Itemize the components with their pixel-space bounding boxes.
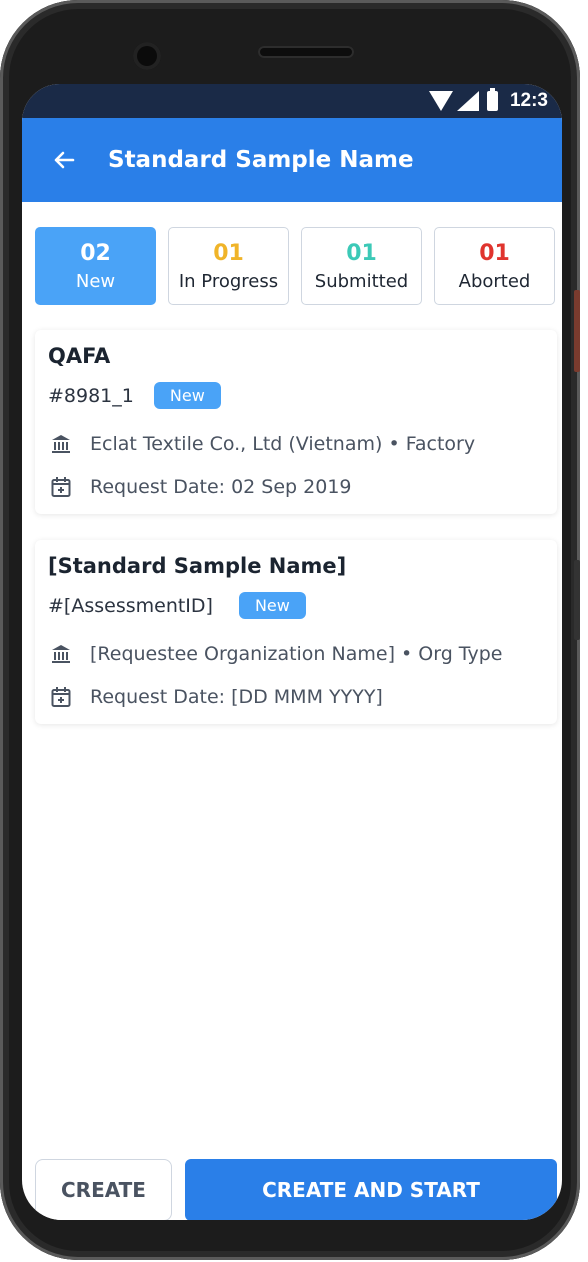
card-id-row: #[AssessmentID] New [48, 592, 306, 619]
status-badge: New [238, 592, 306, 619]
create-and-start-button[interactable]: CREATE AND START [185, 1159, 557, 1220]
bank-icon [48, 431, 74, 457]
tab-count: 02 [80, 240, 111, 266]
tab-count: 01 [479, 240, 510, 266]
tab-submitted[interactable]: 01 Submitted [301, 227, 422, 305]
wifi-icon [428, 91, 453, 111]
status-bar: 12:3 [22, 84, 562, 118]
screen: 12:3 Standard Sample Name 02 New 01 In P… [22, 84, 562, 1220]
earpiece-speaker [258, 46, 354, 58]
organization-text: [Requestee Organization Name] • Org Type [90, 643, 503, 665]
organization-row: Eclat Textile Co., Ltd (Vietnam) • Facto… [48, 431, 475, 457]
request-date-text: Request Date: 02 Sep 2019 [90, 476, 352, 498]
status-tabs: 02 New 01 In Progress 01 Submitted 01 Ab… [35, 227, 557, 305]
signal-icon [456, 91, 479, 111]
tab-label: Submitted [314, 270, 409, 292]
app-bar: Standard Sample Name [22, 118, 562, 202]
status-time: 12:3 [509, 90, 548, 111]
assessment-card[interactable]: QAFA #8981_1 New Eclat Textile Co., Ltd … [35, 330, 557, 514]
assessment-id: #8981_1 [48, 384, 134, 407]
organization-row: [Requestee Organization Name] • Org Type [48, 641, 502, 667]
request-date-row: Request Date: 02 Sep 2019 [48, 474, 352, 500]
tab-count: 01 [213, 240, 244, 266]
calendar-add-icon [48, 474, 74, 500]
tab-count: 01 [346, 240, 377, 266]
calendar-add-icon [48, 684, 74, 710]
back-arrow-icon[interactable] [52, 148, 76, 172]
card-id-row: #8981_1 New [48, 382, 221, 409]
side-button-lower [574, 560, 580, 640]
tab-aborted[interactable]: 01 Aborted [434, 227, 555, 305]
assessment-card[interactable]: [Standard Sample Name] #[AssessmentID] N… [35, 540, 557, 724]
status-badge: New [153, 382, 221, 409]
tab-label: Aborted [458, 270, 531, 292]
organization-text: Eclat Textile Co., Ltd (Vietnam) • Facto… [90, 433, 476, 455]
create-button[interactable]: CREATE [35, 1159, 172, 1220]
request-date-text: Request Date: [DD MMM YYYY] [90, 686, 383, 708]
request-date-row: Request Date: [DD MMM YYYY] [48, 684, 383, 710]
card-title: [Standard Sample Name] [48, 554, 347, 578]
side-button [574, 290, 580, 372]
battery-icon [486, 88, 498, 111]
bank-icon [48, 641, 74, 667]
tab-label: In Progress [178, 270, 279, 292]
tab-new[interactable]: 02 New [35, 227, 156, 305]
tab-in-progress[interactable]: 01 In Progress [168, 227, 289, 305]
card-title: QAFA [48, 344, 111, 368]
phone-frame: 12:3 Standard Sample Name 02 New 01 In P… [0, 0, 580, 1260]
page-title: Standard Sample Name [108, 147, 414, 173]
tab-label: New [75, 270, 116, 292]
front-camera [133, 42, 161, 70]
status-icons: 12:3 [428, 88, 548, 112]
assessment-id: #[AssessmentID] [48, 594, 213, 617]
